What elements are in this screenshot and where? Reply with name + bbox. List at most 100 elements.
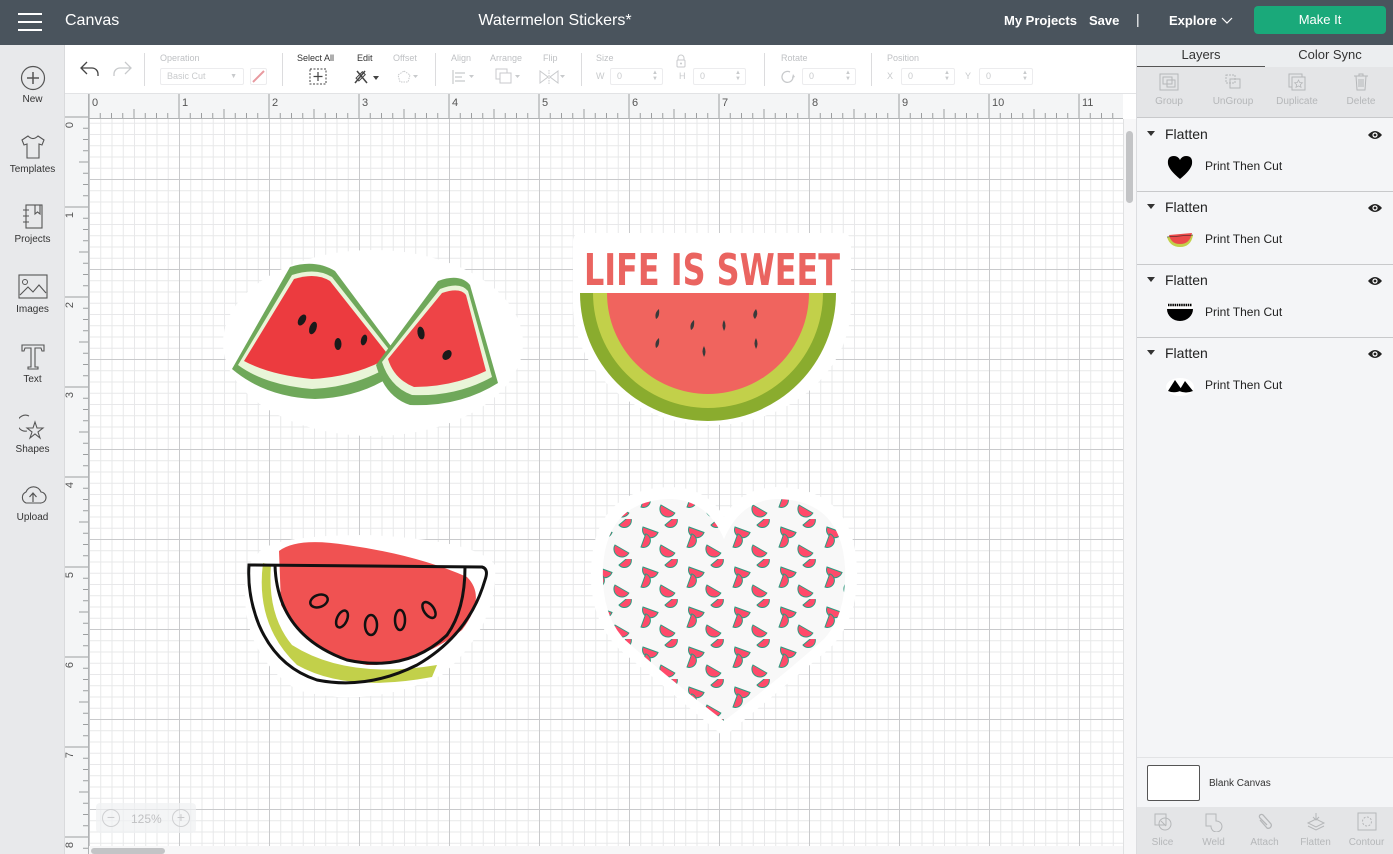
tab-layers[interactable]: Layers — [1137, 45, 1265, 67]
size-label: Size — [596, 53, 614, 63]
operation-value: Basic Cut — [167, 71, 206, 81]
rotate-input[interactable]: 0 ▲ ▼ — [802, 68, 856, 85]
ruler-label: 5 — [65, 571, 77, 579]
offset-icon[interactable] — [396, 69, 420, 85]
collapse-caret-icon[interactable] — [1147, 131, 1155, 136]
shapes-icon — [18, 414, 45, 440]
paperclip-icon — [1258, 813, 1272, 829]
collapse-caret-icon[interactable] — [1147, 277, 1155, 282]
sidebar-item-shapes[interactable]: Shapes — [0, 413, 65, 473]
operation-select[interactable]: Basic Cut ▼ — [160, 68, 244, 85]
linetype-color-swatch[interactable] — [250, 68, 267, 85]
redo-icon[interactable] — [111, 59, 133, 79]
undo-icon[interactable] — [79, 59, 101, 79]
sidebar-item-upload[interactable]: Upload — [0, 483, 65, 543]
height-value: 0 — [700, 71, 706, 81]
delete-button[interactable]: Delete — [1329, 67, 1393, 118]
stepper-icon[interactable]: ▲ ▼ — [652, 70, 658, 82]
height-input[interactable]: 0 ▲ ▼ — [693, 68, 746, 85]
operation-label: Operation — [160, 53, 200, 63]
sidebar-item-images[interactable]: Images — [0, 273, 65, 333]
contour-button[interactable]: Contour — [1341, 807, 1392, 854]
action-label: Contour — [1348, 837, 1385, 848]
horizontal-scroll-thumb[interactable] — [91, 848, 165, 854]
lock-icon[interactable] — [675, 54, 687, 68]
ruler-label: 9 — [902, 97, 909, 109]
layer-group[interactable]: Flatten Print Then Cut — [1137, 265, 1393, 338]
vertical-scroll-thumb[interactable] — [1126, 131, 1133, 203]
chevron-down-icon[interactable] — [1220, 14, 1234, 28]
ruler-label: 3 — [65, 391, 77, 399]
action-label: Attach — [1250, 837, 1279, 848]
zoom-in-button[interactable]: + — [172, 809, 190, 827]
slice-button[interactable]: Slice — [1137, 807, 1188, 854]
save-link[interactable]: Save — [1089, 13, 1119, 28]
slice-icon — [1154, 813, 1171, 831]
weld-button[interactable]: Weld — [1188, 807, 1239, 854]
eye-icon[interactable] — [1367, 348, 1383, 360]
eye-icon[interactable] — [1367, 202, 1383, 214]
rotate-value: 0 — [809, 71, 815, 81]
layer-actions: Group UnGroup Duplicate Delete — [1137, 67, 1393, 118]
select-all-icon[interactable] — [309, 68, 327, 85]
attach-button[interactable]: Attach — [1239, 807, 1290, 854]
horizontal-ruler: 0 1 2 3 4 5 6 7 8 9 10 11 — [65, 94, 1123, 119]
sidebar-item-templates[interactable]: Templates — [0, 133, 65, 193]
zoom-out-button[interactable]: − — [102, 809, 120, 827]
stepper-icon[interactable]: ▲ ▼ — [944, 70, 950, 82]
layer-group[interactable]: Flatten Print Then Cut — [1137, 338, 1393, 411]
vertical-scrollbar[interactable] — [1123, 119, 1136, 854]
edit-scissors-pencil-icon[interactable] — [353, 68, 381, 85]
ungroup-button[interactable]: UnGroup — [1201, 67, 1265, 118]
duplicate-button[interactable]: Duplicate — [1265, 67, 1329, 118]
collapse-caret-icon[interactable] — [1147, 204, 1155, 209]
action-label: Flatten — [1300, 837, 1331, 848]
sidebar-label: Shapes — [15, 444, 50, 455]
cloud-upload-icon — [21, 486, 47, 504]
blank-canvas-label: Blank Canvas — [1209, 778, 1271, 789]
x-position-input[interactable]: 0 ▲ ▼ — [901, 68, 955, 85]
ruler-label: 1 — [65, 211, 77, 219]
sticker-watermelon-outline[interactable] — [237, 525, 503, 709]
design-canvas[interactable]: LIFE IS SWEET — [89, 119, 1123, 846]
sidebar-item-text[interactable]: Text — [0, 343, 65, 403]
width-input[interactable]: 0 ▲ ▼ — [610, 68, 663, 85]
rotate-icon[interactable] — [780, 69, 796, 85]
eye-icon[interactable] — [1367, 129, 1383, 141]
sticker-watermelon-heart[interactable] — [589, 479, 859, 741]
flip-icon[interactable] — [539, 69, 567, 85]
my-projects-link[interactable]: My Projects — [1004, 13, 1077, 28]
layer-group[interactable]: Flatten Print Then Cut — [1137, 119, 1393, 192]
rotate-label: Rotate — [781, 53, 808, 63]
sticker-life-is-sweet[interactable]: LIFE IS SWEET — [567, 233, 857, 433]
action-label: Weld — [1202, 837, 1225, 848]
collapse-caret-icon[interactable] — [1147, 350, 1155, 355]
ungroup-icon — [1225, 74, 1241, 89]
canvas-color-swatch[interactable] — [1147, 765, 1200, 801]
ruler-label: 0 — [65, 121, 77, 129]
layer-group[interactable]: Flatten Print Then Cut — [1137, 192, 1393, 265]
flatten-button[interactable]: Flatten — [1290, 807, 1341, 854]
y-position-input[interactable]: 0 ▲ ▼ — [979, 68, 1033, 85]
sticker-watermelon-slices[interactable] — [220, 247, 526, 439]
stepper-icon[interactable]: ▲ ▼ — [1022, 70, 1028, 82]
ruler-label: 4 — [65, 481, 77, 489]
offset-label: Offset — [393, 53, 417, 63]
sidebar-item-new[interactable]: New — [0, 65, 65, 125]
width-label: W — [596, 71, 605, 81]
tab-color-sync[interactable]: Color Sync — [1266, 45, 1393, 67]
pen-slash-icon — [252, 70, 265, 83]
make-it-button[interactable]: Make It — [1254, 6, 1386, 34]
stepper-icon[interactable]: ▲ ▼ — [845, 70, 851, 82]
ruler-label: 8 — [65, 841, 77, 849]
duplicate-icon — [1288, 73, 1306, 91]
group-name: Flatten — [1165, 199, 1208, 215]
group-button[interactable]: Group — [1137, 67, 1201, 118]
align-icon[interactable] — [451, 69, 477, 85]
stepper-icon[interactable]: ▲ ▼ — [735, 70, 741, 82]
horizontal-scrollbar[interactable] — [89, 846, 1123, 854]
arrange-icon[interactable] — [495, 68, 523, 85]
eye-icon[interactable] — [1367, 275, 1383, 287]
sidebar-item-projects[interactable]: Projects — [0, 203, 65, 263]
explore-link[interactable]: Explore — [1169, 13, 1217, 28]
